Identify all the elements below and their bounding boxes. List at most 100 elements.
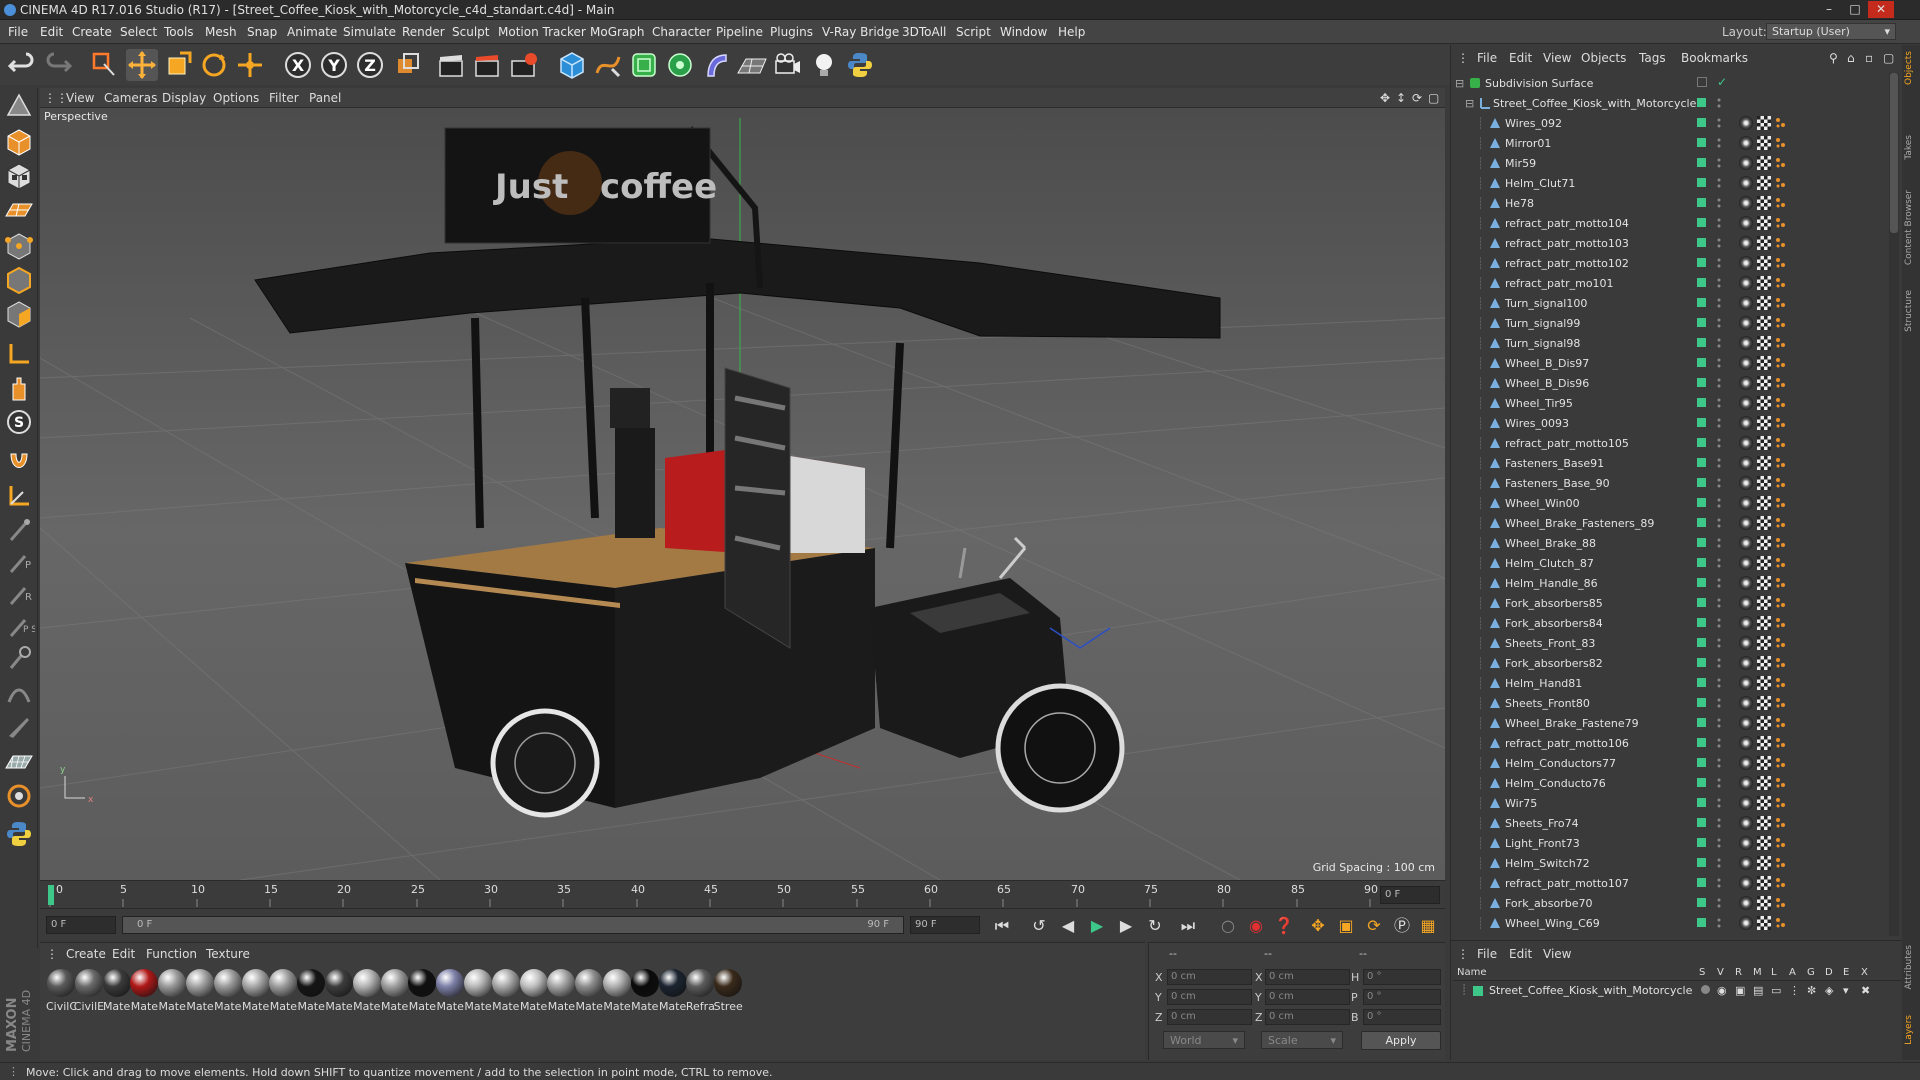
visibility-dot[interactable] — [1697, 418, 1706, 427]
layer-menu-file[interactable]: File — [1477, 947, 1497, 961]
render-dots-icon[interactable] — [1716, 397, 1722, 409]
enabled-check-icon[interactable]: ✓ — [1717, 75, 1727, 89]
visibility-dot[interactable] — [1697, 858, 1706, 867]
key-scale-button[interactable]: ▣ — [1334, 915, 1358, 937]
material-tag-icon[interactable] — [1739, 236, 1753, 250]
uvw-tag-icon[interactable] — [1775, 397, 1787, 409]
brush-tool-4-button[interactable]: P S — [3, 610, 37, 642]
layer-color-swatch[interactable] — [1473, 986, 1483, 996]
tweak-mode-button[interactable] — [3, 372, 35, 404]
material-menu-function[interactable]: Function — [146, 947, 197, 961]
uvw-tag-icon[interactable] — [1775, 277, 1787, 289]
uvw-tag-icon[interactable] — [1775, 897, 1787, 909]
close-button[interactable]: ✕ — [1868, 1, 1894, 18]
render-dots-icon[interactable] — [1716, 597, 1722, 609]
material-tag-icon[interactable] — [1739, 616, 1753, 630]
frame-range-slider[interactable]: 0 F 90 F — [122, 916, 904, 934]
tree-row[interactable]: ┊ refract_patr_motto103 — [1451, 233, 1887, 253]
menu-pipeline[interactable]: Pipeline — [716, 25, 763, 39]
tree-row[interactable]: ┊ Mir59 — [1451, 153, 1887, 173]
material-tag-icon[interactable] — [1739, 516, 1753, 530]
visibility-dot[interactable] — [1697, 358, 1706, 367]
size-y-field[interactable]: 0 cm — [1265, 989, 1350, 1005]
tree-row[interactable]: ┊ Fork_absorbe70 — [1451, 893, 1887, 913]
column-x[interactable]: X — [1861, 967, 1868, 978]
menu-3dtoall[interactable]: 3DToAll — [902, 25, 946, 39]
uvw-tag-icon[interactable] — [1775, 237, 1787, 249]
render-dots-icon[interactable] — [1716, 677, 1722, 689]
column-g[interactable]: G — [1807, 967, 1815, 978]
keyframe-selection-button[interactable]: ❓ — [1272, 915, 1296, 937]
x-axis-lock-button[interactable]: X — [282, 49, 314, 81]
texture-tag-icon[interactable] — [1757, 396, 1771, 410]
texture-tag-icon[interactable] — [1757, 236, 1771, 250]
uvw-tag-icon[interactable] — [1775, 197, 1787, 209]
visibility-dot[interactable] — [1697, 598, 1706, 607]
uvw-tag-icon[interactable] — [1775, 597, 1787, 609]
tree-row[interactable]: ┊ Fork_absorbers85 — [1451, 593, 1887, 613]
menu-script[interactable]: Script — [956, 25, 991, 39]
material-tag-icon[interactable] — [1739, 276, 1753, 290]
material-tag-icon[interactable] — [1739, 536, 1753, 550]
material-menu-edit[interactable]: Edit — [112, 947, 135, 961]
material-tag-icon[interactable] — [1739, 676, 1753, 690]
visibility-dot[interactable] — [1697, 198, 1706, 207]
zoom-view-icon[interactable]: ↕ — [1396, 91, 1406, 105]
viewport-menu-cameras[interactable]: Cameras — [104, 91, 157, 105]
material-tag-icon[interactable] — [1739, 416, 1753, 430]
layer-menu-edit[interactable]: Edit — [1509, 947, 1532, 961]
render-dots-icon[interactable] — [1716, 877, 1722, 889]
tree-row[interactable]: ┊ refract_patr_motto105 — [1451, 433, 1887, 453]
render-dots-icon[interactable] — [1716, 337, 1722, 349]
visibility-dot[interactable] — [1697, 438, 1706, 447]
tree-row[interactable]: ┊ Sheets_Fro74 — [1451, 813, 1887, 833]
uvw-tag-icon[interactable] — [1775, 217, 1787, 229]
coordinate-mode-dropdown[interactable]: World ▾ — [1163, 1031, 1245, 1049]
uvw-tag-icon[interactable] — [1775, 557, 1787, 569]
tree-row[interactable]: ┊ Fasteners_Base_90 — [1451, 473, 1887, 493]
brush-tool-3-button[interactable]: R — [3, 578, 35, 610]
add-deformer-button[interactable] — [700, 49, 732, 81]
texture-tag-icon[interactable] — [1757, 216, 1771, 230]
texture-tag-icon[interactable] — [1757, 116, 1771, 130]
visibility-dot[interactable] — [1697, 498, 1706, 507]
uvw-tag-icon[interactable] — [1775, 697, 1787, 709]
tree-row[interactable]: ┊ refract_patr_mo101 — [1451, 273, 1887, 293]
column-a[interactable]: A — [1789, 967, 1796, 978]
paint-tool-button[interactable] — [3, 780, 35, 812]
tab-layers[interactable]: Layers — [1904, 1015, 1918, 1045]
render-dots-icon[interactable] — [1716, 417, 1722, 429]
material-swatch[interactable]: Mate — [102, 969, 132, 1017]
object-menu-tags[interactable]: Tags — [1639, 51, 1666, 65]
tree-row[interactable]: ┊ Wheel_B_Dis97 — [1451, 353, 1887, 373]
snap-button[interactable]: S — [3, 406, 35, 438]
visibility-dot[interactable] — [1697, 118, 1706, 127]
viewport-menu-options[interactable]: Options — [213, 91, 259, 105]
render-dots-icon[interactable] — [1716, 697, 1722, 709]
smooth-tool-button[interactable] — [3, 678, 35, 710]
expressions-icon[interactable]: ▾ — [1843, 984, 1849, 997]
tab-objects[interactable]: Objects — [1904, 51, 1918, 85]
brush-tool-5-button[interactable] — [3, 642, 35, 674]
polygons-mode-button[interactable] — [3, 298, 35, 330]
render-icon[interactable]: ▣ — [1735, 984, 1745, 997]
menu-mesh[interactable]: Mesh — [205, 25, 237, 39]
visibility-dot[interactable] — [1697, 738, 1706, 747]
visibility-dot[interactable] — [1697, 318, 1706, 327]
menu-motion-tracker[interactable]: Motion Tracker — [498, 25, 586, 39]
tab-structure[interactable]: Structure — [1904, 290, 1918, 332]
add-mograph-button[interactable] — [664, 49, 696, 81]
workplane-button[interactable] — [3, 194, 35, 226]
texture-tag-icon[interactable] — [1757, 496, 1771, 510]
render-dots-icon[interactable] — [1716, 477, 1722, 489]
render-dots-icon[interactable] — [1716, 797, 1722, 809]
visibility-dot[interactable] — [1697, 638, 1706, 647]
rotation-h-field[interactable]: 0 ° — [1363, 969, 1441, 985]
generators-icon[interactable]: ✼ — [1807, 984, 1816, 997]
autokey-button[interactable]: ◉ — [1244, 915, 1268, 937]
material-tag-icon[interactable] — [1739, 356, 1753, 370]
timeline-ruler[interactable]: 0 5 10 15 20 25 30 35 40 45 50 55 60 65 … — [40, 880, 1445, 908]
object-menu-objects[interactable]: Objects — [1581, 51, 1626, 65]
texture-tag-icon[interactable] — [1757, 416, 1771, 430]
texture-tag-icon[interactable] — [1757, 296, 1771, 310]
